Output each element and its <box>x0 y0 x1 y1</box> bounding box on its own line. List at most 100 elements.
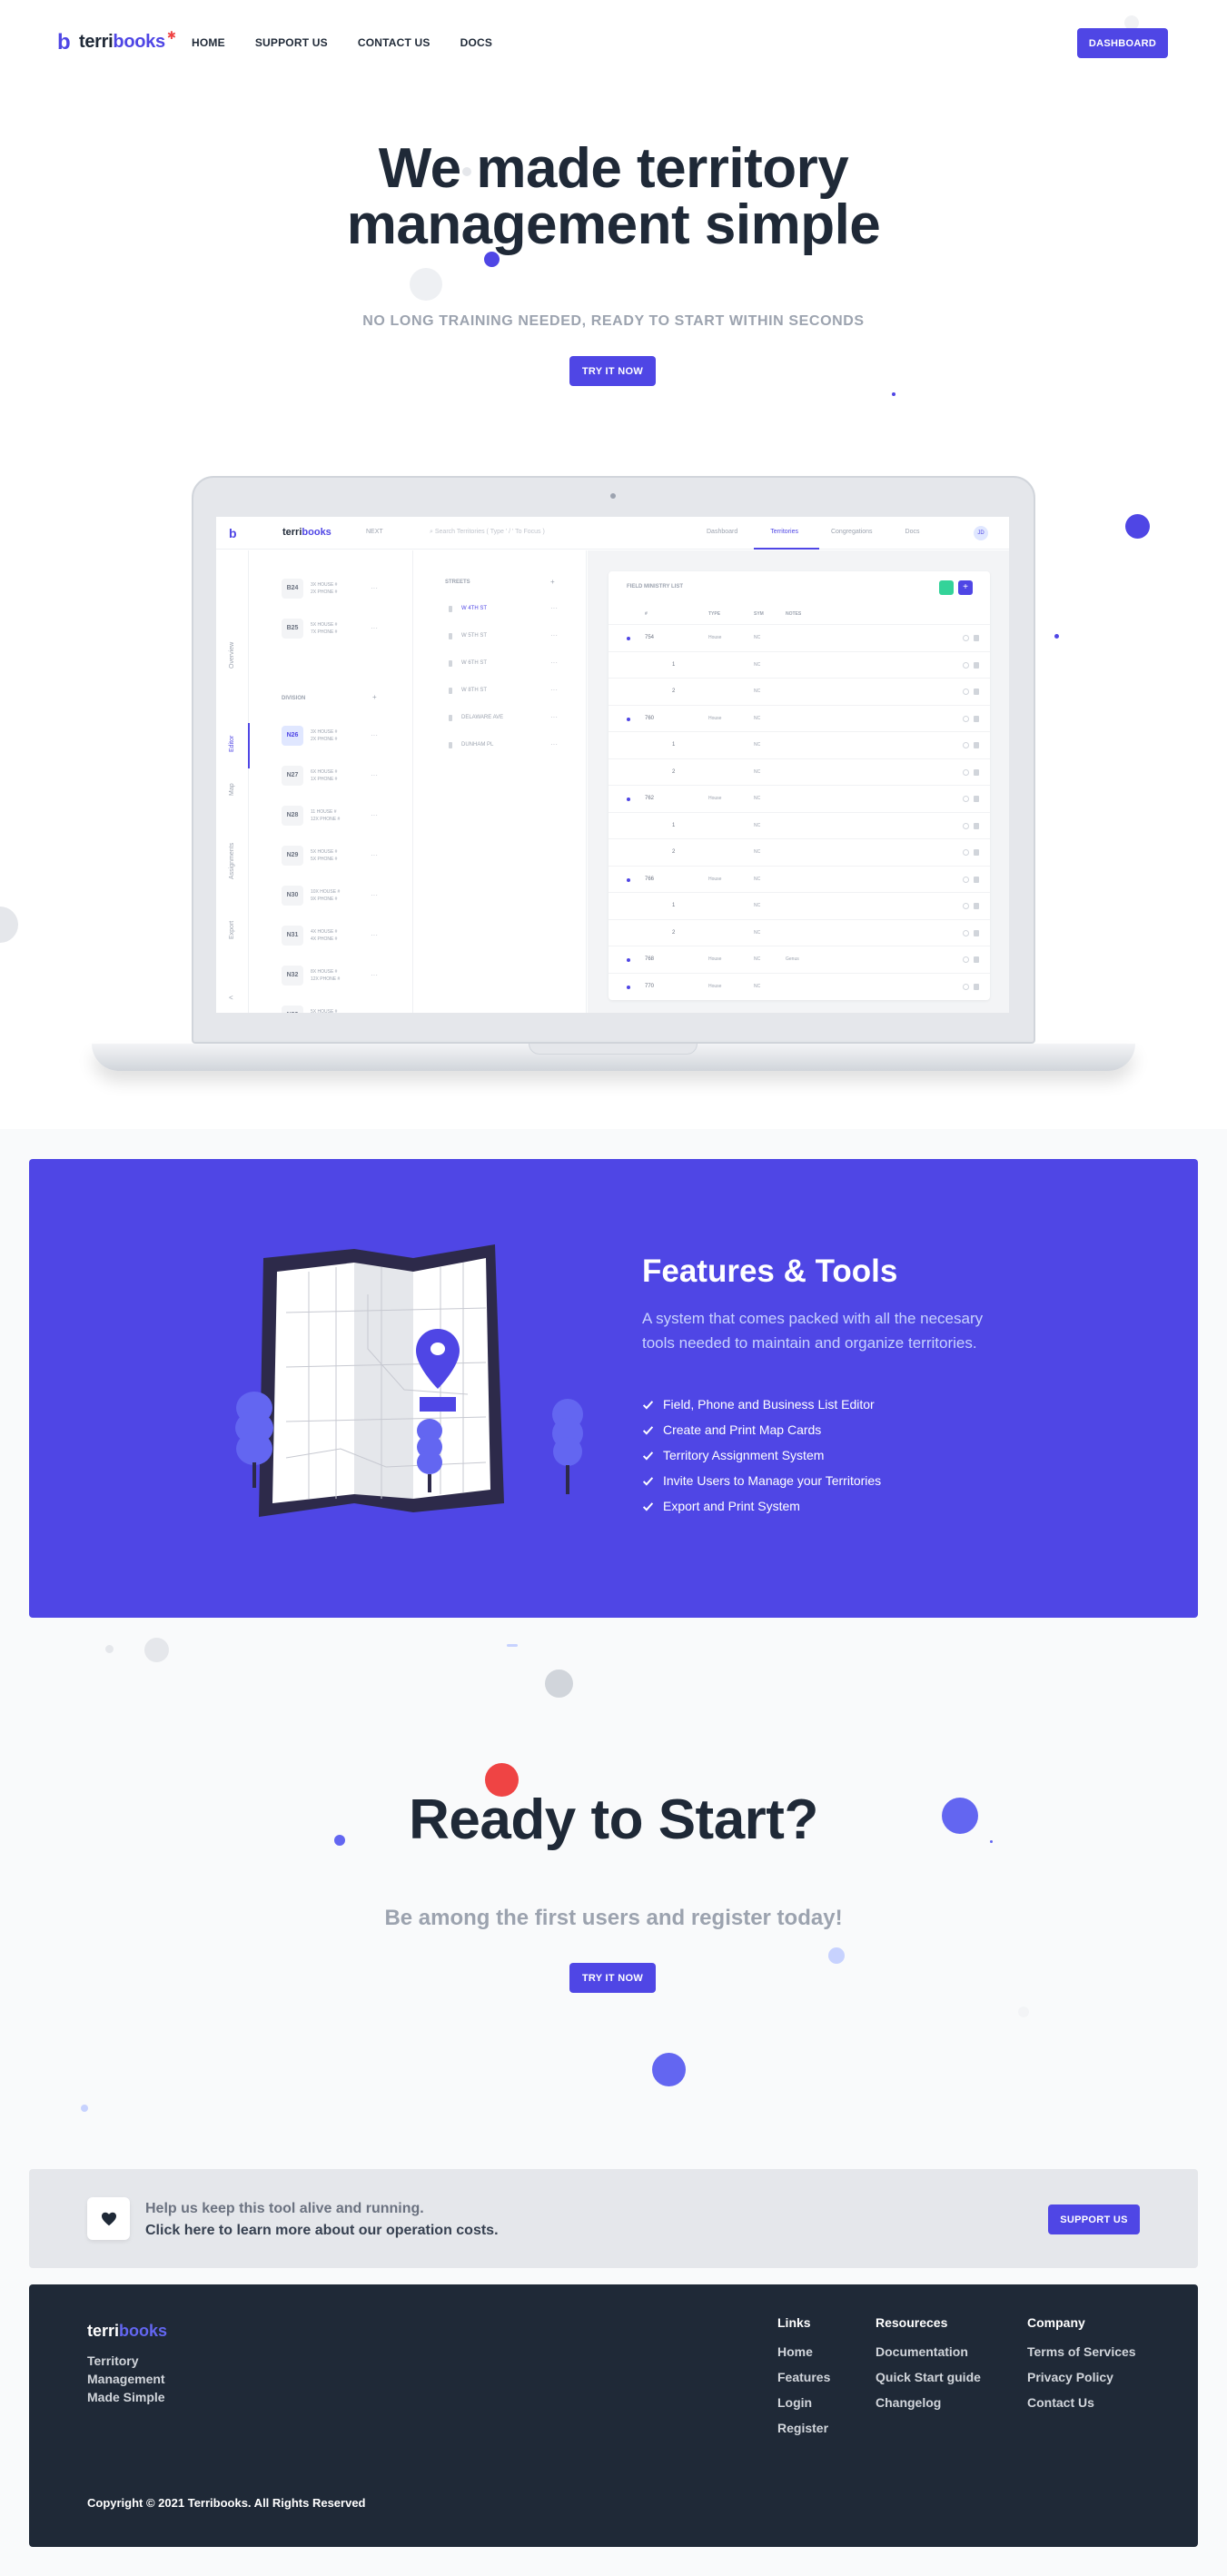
hero-try-it-now-button[interactable]: TRY IT NOW <box>569 356 656 386</box>
row-sym: NC <box>754 661 761 668</box>
support-us-button[interactable]: SUPPORT US <box>1048 2204 1140 2234</box>
brand-logo[interactable]: b terribooks ✱ <box>57 29 176 54</box>
footer-brand-part1: terri <box>87 2322 120 2340</box>
app-next-label: NEXT <box>366 529 383 535</box>
territory-phone-count: 5X PHONE # <box>311 857 338 862</box>
brand-name: terribooks <box>79 32 165 53</box>
territory-address: 5X HOUSE # 5X PHONE # <box>311 848 337 863</box>
hero-subtitle: NO LONG TRAINING NEEDED, READY TO START … <box>362 313 865 329</box>
footer-copyright: Copyright © 2021 Terribooks. All Rights … <box>87 2496 366 2510</box>
ready-try-it-now-button[interactable]: TRY IT NOW <box>569 1963 656 1993</box>
territory-phone-count: 4X PHONE # <box>311 936 338 942</box>
decor-dot <box>105 1645 114 1653</box>
card-title: FIELD MINISTRY LIST <box>627 584 684 590</box>
footer-link-changelog[interactable]: Changelog <box>876 2390 981 2415</box>
support-banner[interactable] <box>29 2169 1198 2268</box>
territory-row: N30 10X HOUSE # 9X PHONE # ··· <box>282 886 409 907</box>
footer-link-privacy[interactable]: Privacy Policy <box>1027 2364 1136 2390</box>
more-icon: ··· <box>550 604 558 612</box>
row-status-dot <box>627 637 630 640</box>
footer-link-register[interactable]: Register <box>777 2415 830 2441</box>
feature-item-label: Invite Users to Manage your Territories <box>663 1473 882 1488</box>
decor-dot <box>1018 2006 1029 2017</box>
app-logo-icon: b <box>229 526 237 540</box>
footer-link-home[interactable]: Home <box>777 2339 830 2364</box>
more-icon: ··· <box>371 771 378 779</box>
row-sym: NC <box>754 956 761 962</box>
row-sym: NC <box>754 796 761 801</box>
footer-link-documentation[interactable]: Documentation <box>876 2339 981 2364</box>
trash-icon <box>449 688 452 694</box>
row-delete-icon <box>974 849 979 856</box>
more-icon: ··· <box>550 659 558 667</box>
row-checkbox <box>963 796 969 802</box>
app-preview-screen: b terribooks NEXT ⌕ Search Territories (… <box>215 516 1010 1014</box>
add-icon: + <box>372 693 377 701</box>
side-overview: Overview <box>229 641 235 669</box>
app-brand: terribooks <box>282 527 331 538</box>
active-tab-underline <box>754 548 819 550</box>
heart-icon <box>87 2197 130 2240</box>
row-checkbox <box>963 661 969 669</box>
feature-item: Create and Print Map Cards <box>642 1422 821 1437</box>
footer-link-terms[interactable]: Terms of Services <box>1027 2339 1136 2364</box>
logo-b-icon: b <box>57 29 71 54</box>
row-checkbox <box>963 768 969 776</box>
row-checkbox <box>963 876 969 883</box>
row-type: House <box>708 876 722 882</box>
row-delete-icon <box>974 635 979 641</box>
row-sym: NC <box>754 715 761 721</box>
check-icon <box>642 1501 654 1511</box>
footer-link-quick-start[interactable]: Quick Start guide <box>876 2364 981 2390</box>
nav-support-us[interactable]: SUPPORT US <box>255 36 328 49</box>
row-sym: NC <box>754 849 761 855</box>
more-icon: ··· <box>371 584 378 592</box>
row-delete-icon <box>974 876 979 883</box>
table-row: 1 NC <box>609 811 990 839</box>
nav-docs[interactable]: DOCS <box>460 36 492 49</box>
row-delete-icon <box>974 983 979 990</box>
row-number: 1 <box>672 903 676 908</box>
territory-row: N29 5X HOUSE # 5X PHONE # ··· <box>282 846 409 867</box>
dashboard-button[interactable]: DASHBOARD <box>1077 28 1168 58</box>
table-row: 760 House NC <box>609 704 990 732</box>
app-tab-dashboard: Dashboard <box>707 529 738 535</box>
app-search-placeholder: Search Territories ( Type ' / ' To Focus… <box>434 529 545 535</box>
table-row: 2 NC <box>609 838 990 866</box>
territory-id: B25 <box>282 619 303 639</box>
more-icon: ··· <box>371 971 378 979</box>
decor-dot <box>652 2053 686 2086</box>
row-delete-icon <box>974 796 979 802</box>
feature-item: Export and Print System <box>642 1499 800 1513</box>
features-section <box>29 1159 1198 1618</box>
territory-phone-count: 12X PHONE # <box>311 976 341 982</box>
app-brand-part1: terri <box>282 527 302 538</box>
territory-row: N26 3X HOUSE # 2X PHONE # ··· <box>282 726 409 748</box>
territory-phone-count: 9X PHONE # <box>311 897 338 902</box>
row-type: House <box>708 796 722 801</box>
table-row: 762 House NC <box>609 785 990 812</box>
territory-id: B24 <box>282 579 303 599</box>
nav-home[interactable]: HOME <box>192 36 225 49</box>
territory-address: 5X HOUSE # 7X PHONE # <box>311 621 337 636</box>
footer-link-features[interactable]: Features <box>777 2364 830 2390</box>
row-type: House <box>708 715 722 721</box>
street-item: DELAWARE AVE <box>461 715 504 720</box>
decor-dot <box>410 268 442 301</box>
feature-item-label: Field, Phone and Business List Editor <box>663 1397 875 1412</box>
territory-id: N30 <box>282 886 303 906</box>
row-checkbox <box>963 929 969 936</box>
territory-phone-count: 7X PHONE # <box>311 629 338 635</box>
territory-address: 3X HOUSE # 2X PHONE # <box>311 728 337 743</box>
row-checkbox <box>963 983 969 990</box>
territory-address: 5X HOUSE # 6X PHONE # <box>311 1008 337 1013</box>
app-sidebar: Overview Editor Map Assignments Export < <box>216 550 250 1013</box>
side-assignments: Assignments <box>229 842 235 879</box>
footer-link-contact[interactable]: Contact Us <box>1027 2390 1136 2415</box>
nav-contact-us[interactable]: CONTACT US <box>358 36 430 49</box>
footer-link-login[interactable]: Login <box>777 2390 830 2415</box>
feature-item: Territory Assignment System <box>642 1448 824 1462</box>
support-learn-more-link[interactable]: Click here to learn more about our opera… <box>145 2223 499 2239</box>
row-sym: NC <box>754 822 761 828</box>
territory-house-count: 11 HOUSE # <box>311 809 337 815</box>
